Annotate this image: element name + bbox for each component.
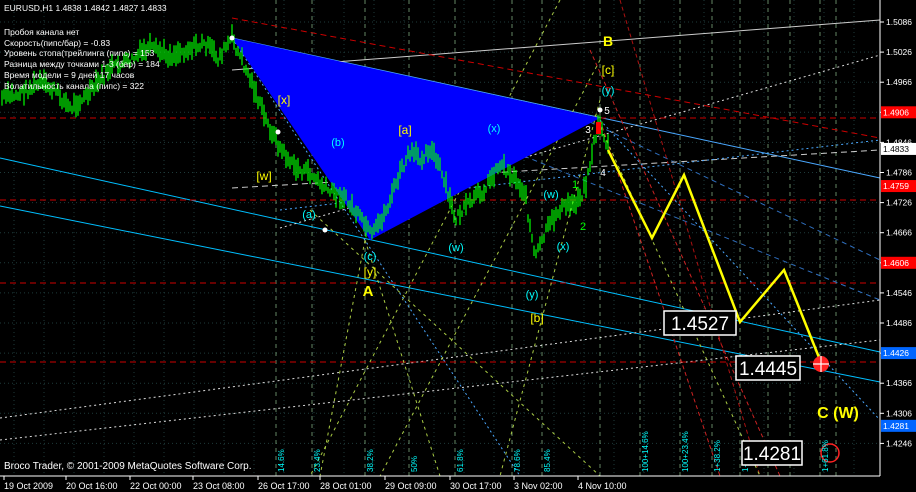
forecast-price-label: 1.4281	[743, 444, 801, 465]
wave-label: [a]	[398, 123, 411, 137]
price-marker-label: 1.4833	[883, 144, 909, 154]
wave-label: 4	[600, 168, 606, 179]
fibo-label: 85.4%	[543, 449, 552, 472]
wave-label: (a)	[302, 209, 315, 221]
y-tick-label: 1.4786	[886, 168, 912, 178]
fibo-label: 61.8%	[456, 449, 465, 472]
chart-title: EURUSD,H1 1.4838 1.4842 1.4827 1.4833	[4, 3, 167, 13]
wave-label: [w]	[256, 169, 271, 183]
x-tick-label: 3 Nov 02:00	[514, 481, 563, 491]
wave-label: [c]	[602, 63, 615, 77]
info-line: Уровень стопа(трейлинга (пипс) = 153	[4, 48, 155, 59]
wave-label: (y)	[526, 289, 539, 301]
x-tick-label: 22 Oct 00:00	[130, 481, 182, 491]
y-tick-label: 1.4546	[886, 288, 912, 298]
pivot-marker	[275, 129, 281, 135]
y-tick-label: 1.5086	[886, 17, 912, 27]
info-line: Скорость(пипс/бар) = -0.83	[4, 37, 111, 48]
wave-label: (x)	[557, 241, 570, 253]
wave-label: [x]	[278, 93, 291, 107]
wave-label: 2	[580, 221, 586, 233]
wave-label: (y)	[602, 85, 615, 97]
current-candle	[596, 122, 601, 134]
y-tick-label: 1.4246	[886, 438, 912, 448]
x-tick-label: 19 Oct 2009	[4, 481, 53, 491]
y-tick-label: 1.4666	[886, 228, 912, 238]
pivot-marker	[322, 227, 328, 233]
x-tick-label: 26 Oct 17:00	[258, 481, 310, 491]
x-tick-label: 30 Oct 17:00	[450, 481, 502, 491]
fibo-label: 78.6%	[513, 449, 522, 472]
fibo-label: 1+61.8%	[821, 440, 830, 472]
fibo-label: 23.4%	[313, 449, 322, 472]
y-tick-label: 1.4306	[886, 408, 912, 418]
wave-label: [y]	[364, 265, 377, 279]
wave-label: [b]	[530, 311, 543, 325]
info-line: Время модели = 9 дней 17 часов	[4, 69, 135, 80]
wave-label: 1	[572, 179, 578, 191]
x-tick-label: 23 Oct 08:00	[193, 481, 245, 491]
wave-label: 5	[604, 106, 610, 117]
indicator-info: Пробоя канала нет Скорость(пипс/бар) = -…	[4, 27, 160, 91]
y-tick-label: 1.4726	[886, 198, 912, 208]
y-tick-label: 1.5026	[886, 47, 912, 57]
fibo-label: 100+14.6%	[641, 431, 650, 472]
fibo-label: 38.2%	[366, 449, 375, 472]
x-tick-label: 20 Oct 16:00	[66, 481, 118, 491]
wave-label: 3	[585, 125, 591, 136]
fibo-label: 50%	[410, 456, 419, 472]
price-marker-label: 1.4759	[883, 181, 909, 191]
price-marker-label: 1.4281	[883, 421, 909, 431]
y-tick-label: 1.4486	[886, 318, 912, 328]
wave-label: (x)	[488, 123, 501, 135]
price-marker-label: 1.4606	[883, 258, 909, 268]
x-tick-label: 4 Nov 10:00	[578, 481, 627, 491]
forecast-price-label: 1.4527	[671, 314, 729, 335]
info-line: Пробоя канала нет	[4, 27, 80, 37]
pivot-marker	[229, 35, 235, 41]
x-tick-label: 29 Oct 09:00	[385, 481, 437, 491]
x-tick-label: 28 Oct 01:00	[320, 481, 372, 491]
wave-label: (w)	[448, 242, 463, 254]
fibo-label: 14.6%	[277, 449, 286, 472]
wave-label: C (W)	[817, 405, 859, 422]
y-tick-label: 1.4966	[886, 77, 912, 87]
wave-label: B	[603, 33, 613, 49]
info-line: Разница между точками 1-3 (бар) = 184	[4, 59, 160, 70]
copyright-text: Broco Trader, © 2001-2009 MetaQuotes Sof…	[4, 461, 252, 472]
price-marker-label: 1.4906	[883, 107, 909, 117]
forecast-price-label: 1.4445	[739, 359, 797, 380]
wave-label: (b)	[331, 137, 344, 149]
fibo-label: 1+38.2%	[713, 440, 722, 472]
wave-label: (c)	[364, 251, 377, 263]
info-line: Волатильность канала (пипс) = 322	[4, 80, 144, 91]
pivot-marker	[597, 107, 603, 113]
wave-label: (w)	[543, 189, 558, 201]
wave-label: A	[363, 283, 374, 300]
y-tick-label: 1.4366	[886, 378, 912, 388]
fibo-label: 100+23.4%	[681, 431, 690, 472]
price-marker-label: 1.4426	[883, 348, 909, 358]
